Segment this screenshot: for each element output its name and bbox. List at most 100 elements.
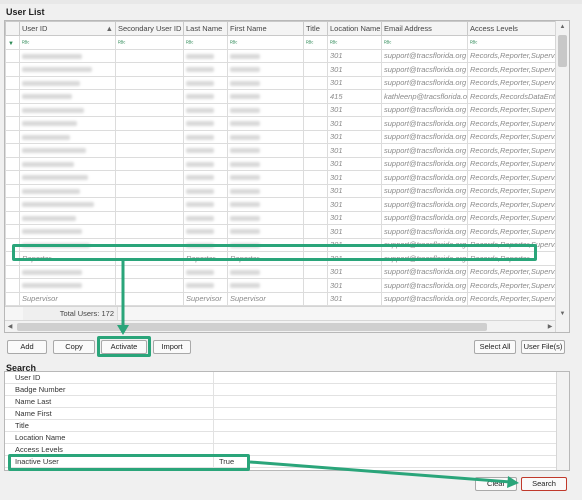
search-field-value[interactable] xyxy=(215,396,555,408)
column-header-user-id[interactable]: User ID ▲ xyxy=(19,21,116,36)
table-row[interactable]: 301 support@tracsflorida.org Records,Repor… xyxy=(5,75,556,90)
row-indicator xyxy=(5,89,20,104)
column-header-last-name[interactable]: Last Name xyxy=(183,21,228,36)
cell-title xyxy=(303,156,328,171)
search-vertical-scrollbar[interactable] xyxy=(556,372,569,470)
table-row[interactable]: 301 support@tracsflorida.org Records,Repor… xyxy=(5,62,556,77)
cell-last-name xyxy=(183,116,228,131)
cell-first-name: Supervisor xyxy=(227,291,304,306)
column-header-title[interactable]: Title xyxy=(303,21,328,36)
column-header-location-name[interactable]: Location Name xyxy=(327,21,382,36)
activate-button[interactable]: Activate xyxy=(101,340,147,354)
cell-title xyxy=(303,278,328,293)
scroll-right-icon[interactable]: ▶ xyxy=(545,321,555,332)
scroll-down-icon[interactable]: ▼ xyxy=(558,309,567,319)
column-header-first-name[interactable]: First Name xyxy=(227,21,304,36)
select-all-button[interactable]: Select All xyxy=(474,340,516,354)
search-field-value[interactable] xyxy=(215,372,555,384)
table-row-reporter[interactable]: Reporter Reporter Reporter 301 support@tracs… xyxy=(5,251,556,266)
search-field-value[interactable] xyxy=(215,420,555,432)
search-field-row[interactable]: Inactive User True xyxy=(5,456,557,468)
cell-access-levels: Records,Reporter,Supervisor xyxy=(467,237,556,252)
column-header-access-levels[interactable]: Access Levels xyxy=(467,21,556,36)
table-row[interactable]: 301 support@tracsflorida.org Records,Repor… xyxy=(5,116,556,131)
table-row[interactable]: 301 support@tracsflorida.org Records,Repor… xyxy=(5,237,556,252)
table-row[interactable]: 301 support@tracsflorida.org Records,Repor… xyxy=(5,278,556,293)
search-criteria-grid[interactable]: User ID Badge Number Name Last Name First Ti… xyxy=(4,371,570,471)
table-row[interactable]: 301 support@tracsflorida.org Records,Repor… xyxy=(5,48,556,63)
filter-cell[interactable]: ᴿᴮᶜ xyxy=(227,35,304,50)
table-row[interactable]: 301 support@tracsflorida.org Records,Repor… xyxy=(5,170,556,185)
row-indicator xyxy=(5,156,20,171)
table-row[interactable]: 301 support@tracsflorida.org Records,Repor… xyxy=(5,143,556,158)
search-field-value[interactable] xyxy=(215,408,555,420)
cell-location-name: 301 xyxy=(327,237,382,252)
search-field-row[interactable]: Access Levels xyxy=(5,444,557,456)
cell-title xyxy=(303,183,328,198)
cell-access-levels: Records,Reporter,Supervisor xyxy=(467,48,556,63)
table-row[interactable]: 301 support@tracsflorida.org Records,Repor… xyxy=(5,156,556,171)
cell-last-name xyxy=(183,237,228,252)
cell-first-name xyxy=(227,278,304,293)
filter-cell[interactable]: ᴿᴮᶜ xyxy=(467,35,556,50)
cell-email-address: support@tracsflorida.org xyxy=(381,143,468,158)
redacted-text xyxy=(22,242,90,248)
table-row[interactable]: 301 support@tracsflorida.org Records,Repor… xyxy=(5,224,556,239)
filter-cell[interactable]: ᴿᴮᶜ xyxy=(19,35,116,50)
cell-last-name xyxy=(183,75,228,90)
cell-location-name: 301 xyxy=(327,170,382,185)
cell-access-levels: Records,Reporter,Supervisor xyxy=(467,197,556,212)
filter-cell[interactable]: ᴿᴮᶜ xyxy=(381,35,468,50)
clear-button[interactable]: Clear xyxy=(475,477,517,491)
table-row[interactable]: 301 support@tracsflorida.org Records,Repor… xyxy=(5,183,556,198)
search-field-value[interactable] xyxy=(215,444,555,456)
cell-last-name xyxy=(183,156,228,171)
add-button[interactable]: Add xyxy=(7,340,47,354)
filter-cell[interactable]: ᴿᴮᶜ xyxy=(183,35,228,50)
table-row[interactable]: 301 support@tracsflorida.org Records,Repor… xyxy=(5,102,556,117)
import-button[interactable]: Import xyxy=(153,340,191,354)
copy-button[interactable]: Copy xyxy=(53,340,95,354)
redacted-text xyxy=(230,161,260,167)
scroll-up-icon[interactable]: ▲ xyxy=(558,22,567,32)
table-row[interactable]: 301 support@tracsflorida.org Records,Repor… xyxy=(5,210,556,225)
scroll-left-icon[interactable]: ◀ xyxy=(5,321,15,332)
search-field-row[interactable]: Badge Number xyxy=(5,384,557,396)
search-field-value[interactable] xyxy=(215,432,555,444)
search-field-row[interactable]: User ID xyxy=(5,372,557,384)
search-field-value[interactable] xyxy=(215,384,555,396)
search-button[interactable]: Search xyxy=(521,477,567,491)
cell-access-levels: Records,Reporter,Supervisor xyxy=(467,183,556,198)
filter-cell[interactable]: ᴿᴮᶜ xyxy=(327,35,382,50)
redacted-text xyxy=(230,107,260,113)
search-field-row[interactable]: Location Name xyxy=(5,432,557,444)
column-header-email-address[interactable]: Email Address xyxy=(381,21,468,36)
redacted-text xyxy=(22,107,84,113)
filter-row-indicator[interactable]: ▼ xyxy=(5,35,20,50)
table-row[interactable]: 415 kathleenp@tracsflorida.org Records,Rec… xyxy=(5,89,556,104)
search-field-row[interactable]: Name First xyxy=(5,408,557,420)
vertical-scrollbar[interactable]: ▲ ▼ xyxy=(555,21,569,332)
search-field-label: Title xyxy=(5,420,214,432)
column-header-secondary-user-id[interactable]: Secondary User ID xyxy=(115,21,184,36)
table-row[interactable]: 301 support@tracsflorida.org Records,Repor… xyxy=(5,264,556,279)
row-indicator xyxy=(5,237,20,252)
horizontal-scrollbar[interactable]: ◀ ▶ xyxy=(5,320,555,332)
filter-cell[interactable]: ᴿᴮᶜ xyxy=(115,35,184,50)
table-row[interactable]: 301 support@tracsflorida.org Records,Repor… xyxy=(5,197,556,212)
user-files-button[interactable]: User File(s) xyxy=(521,340,565,354)
cell-title xyxy=(303,197,328,212)
redacted-text xyxy=(230,188,260,194)
cell-location-name: 301 xyxy=(327,210,382,225)
horizontal-scroll-thumb[interactable] xyxy=(17,323,487,331)
search-field-row[interactable]: Title xyxy=(5,420,557,432)
search-field-row[interactable]: Name Last xyxy=(5,396,557,408)
user-list-grid[interactable]: User ID ▲ Secondary User ID Last Name Fir… xyxy=(4,20,570,333)
filter-cell[interactable]: ᴿᴮᶜ xyxy=(303,35,328,50)
filter-row[interactable]: ▼ ᴿᴮᶜ ᴿᴮᶜ ᴿᴮᶜ ᴿᴮᶜ ᴿᴮᶜ ᴿᴮᶜ ᴿᴮᶜ ᴿᴮᶜ xyxy=(5,35,556,50)
table-row[interactable]: Supervisor Supervisor Supervisor 301 support… xyxy=(5,291,556,306)
search-field-value[interactable]: True xyxy=(215,456,555,468)
cell-secondary-user-id xyxy=(115,156,184,171)
vertical-scroll-thumb[interactable] xyxy=(558,35,567,67)
table-row[interactable]: 301 support@tracsflorida.org Records,Repor… xyxy=(5,129,556,144)
